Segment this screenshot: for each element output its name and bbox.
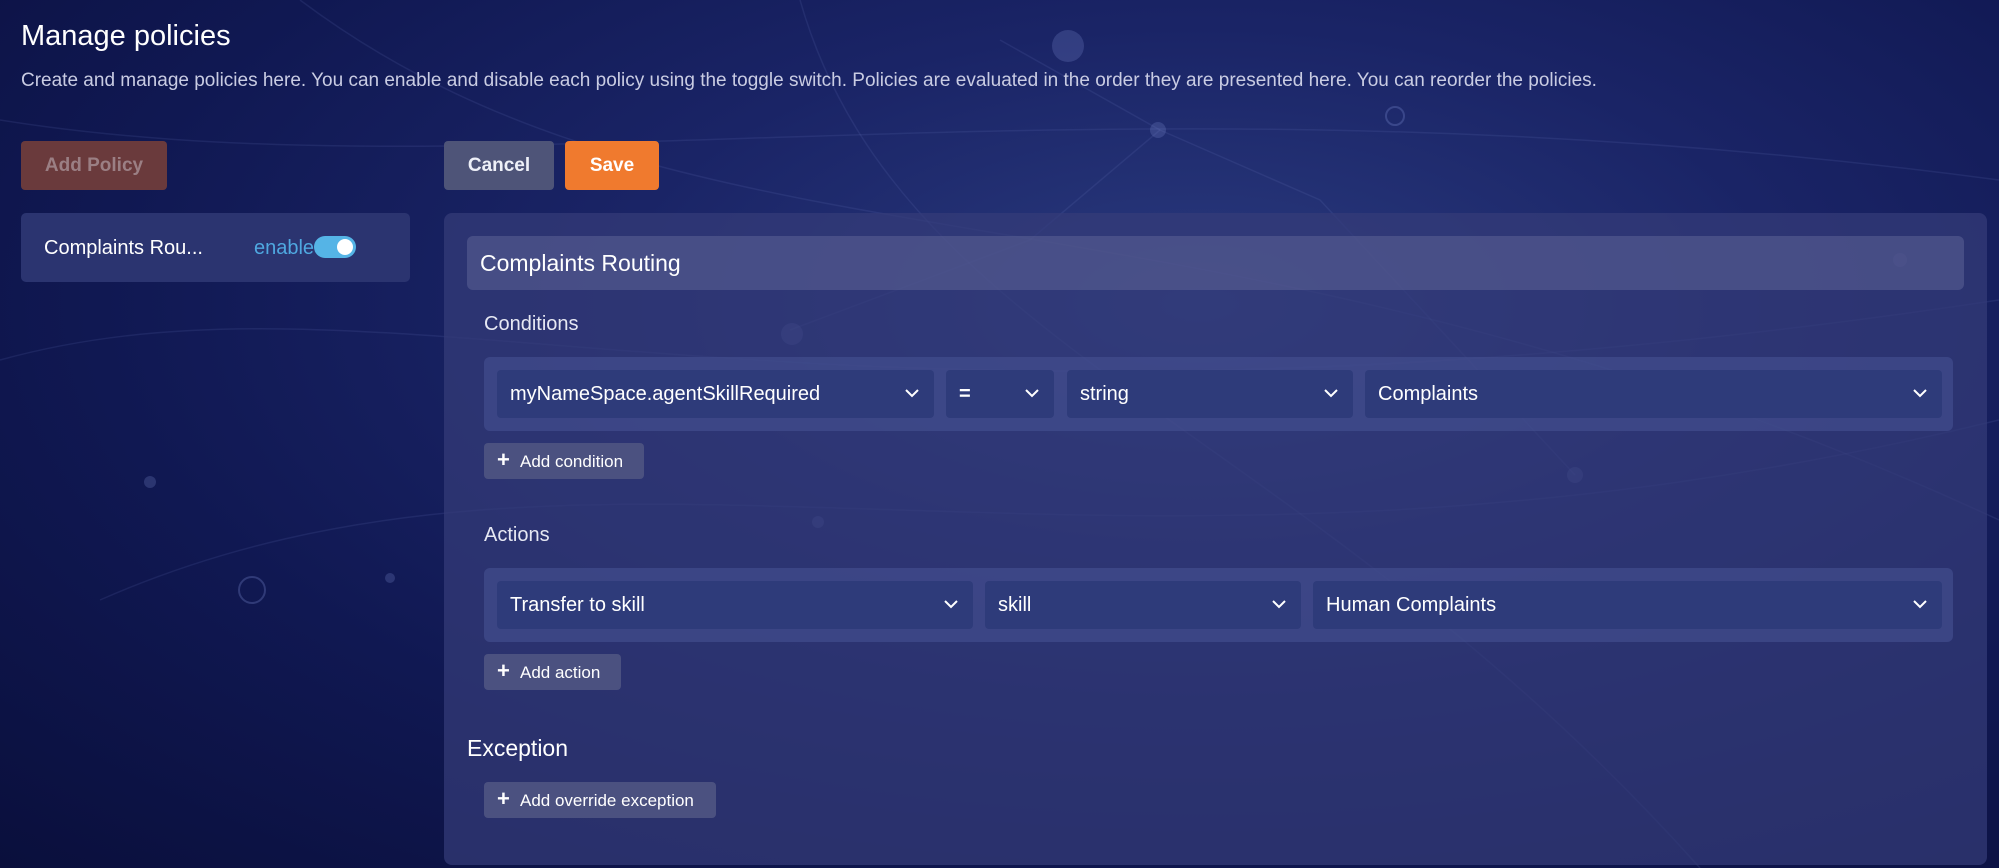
conditions-heading: Conditions	[484, 313, 579, 335]
condition-operator-select[interactable]: =	[946, 370, 1054, 418]
action-value-text: Human Complaints	[1326, 594, 1497, 616]
chevron-down-icon	[1913, 600, 1927, 609]
plus-icon: +	[497, 658, 510, 683]
actions-heading: Actions	[484, 524, 550, 546]
action-target-select[interactable]: skill	[985, 581, 1301, 629]
condition-type-select[interactable]: string	[1067, 370, 1353, 418]
add-condition-label: Add condition	[520, 452, 624, 471]
condition-value-select[interactable]: Complaints	[1365, 370, 1942, 418]
chevron-down-icon	[1272, 600, 1286, 609]
policy-editor-panel	[444, 213, 1987, 865]
policy-list-item[interactable]: Complaints Rou... enabled	[21, 213, 410, 282]
action-target-value: skill	[998, 594, 1032, 616]
action-type-select[interactable]: Transfer to skill	[497, 581, 973, 629]
exception-heading: Exception	[467, 735, 569, 761]
chevron-down-icon	[905, 389, 919, 398]
add-override-exception-label: Add override exception	[520, 791, 694, 810]
toggle-knob	[337, 239, 353, 255]
action-value-select[interactable]: Human Complaints	[1313, 581, 1942, 629]
plus-icon: +	[497, 786, 510, 811]
action-type-value: Transfer to skill	[510, 594, 645, 616]
add-override-exception-button[interactable]: + Add override exception	[484, 782, 716, 818]
chevron-down-icon	[1324, 389, 1338, 398]
policy-name-text: Complaints Routing	[480, 250, 681, 276]
add-policy-button[interactable]: Add Policy	[21, 141, 167, 190]
add-action-label: Add action	[520, 663, 601, 682]
policy-name-header[interactable]: Complaints Routing	[467, 236, 1964, 290]
condition-value-text: Complaints	[1378, 383, 1479, 405]
policy-list-item-name: Complaints Rou...	[44, 237, 203, 259]
add-condition-button[interactable]: + Add condition	[484, 443, 644, 479]
cancel-button[interactable]: Cancel	[444, 141, 554, 190]
chevron-down-icon	[1025, 389, 1039, 398]
condition-operator-value: =	[959, 383, 971, 405]
condition-field-select[interactable]: myNameSpace.agentSkillRequired	[497, 370, 934, 418]
add-action-button[interactable]: + Add action	[484, 654, 621, 690]
condition-row: myNameSpace.agentSkillRequired = string …	[484, 357, 1953, 431]
chevron-down-icon	[944, 600, 958, 609]
plus-icon: +	[497, 447, 510, 472]
save-button[interactable]: Save	[565, 141, 659, 190]
condition-field-value: myNameSpace.agentSkillRequired	[510, 383, 821, 405]
policy-enabled-toggle[interactable]	[314, 236, 356, 258]
page-title: Manage policies	[21, 20, 231, 52]
condition-type-value: string	[1080, 383, 1129, 405]
action-row: Transfer to skill skill Human Complaints	[484, 568, 1953, 642]
chevron-down-icon	[1913, 389, 1927, 398]
page-description: Create and manage policies here. You can…	[21, 70, 1597, 91]
